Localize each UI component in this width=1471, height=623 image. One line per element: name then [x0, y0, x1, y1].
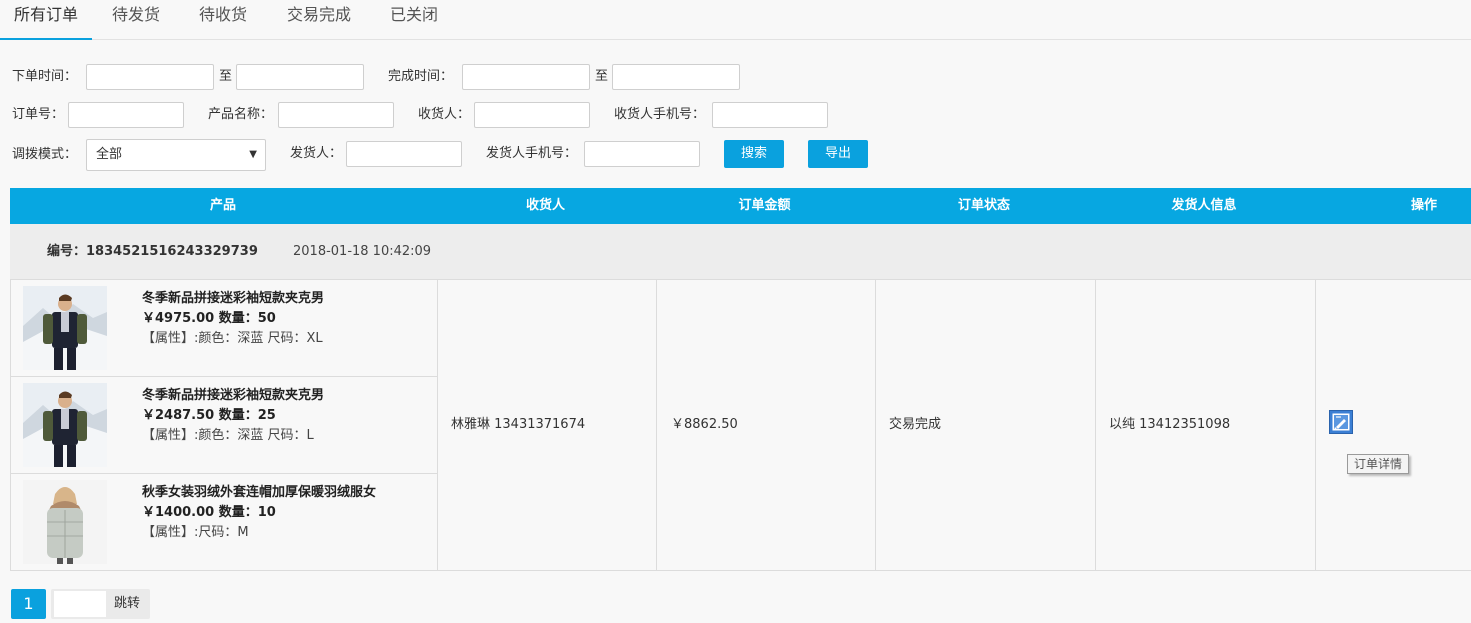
product-item: 冬季新品拼接迷彩袖短款夹克男 ￥4975.00 数量：50 【属性】:颜色：深蓝… — [11, 280, 437, 377]
sender-phone-label: 发货人手机号： — [486, 146, 578, 161]
page-jump: 跳转 — [51, 589, 150, 619]
header-sender: 发货人信息 — [1171, 198, 1237, 213]
page-number-current[interactable]: 1 — [11, 589, 46, 619]
sender-label: 发货人： — [290, 146, 343, 161]
mode-label: 调拨模式： — [12, 147, 78, 162]
table-header: 产品 收货人 订单金额 订单状态 发货人信息 操作 — [10, 188, 1471, 224]
product-attributes: 【属性】:颜色：深蓝 尺码：L — [142, 428, 314, 443]
column-divider — [1095, 280, 1096, 570]
header-product: 产品 — [209, 198, 236, 213]
tab-completed[interactable]: 交易完成 — [276, 0, 362, 40]
receiver-label: 收货人： — [418, 107, 471, 122]
product-name[interactable]: 秋季女装羽绒外套连帽加厚保暖羽绒服女 — [142, 481, 376, 500]
header-receiver: 收货人 — [525, 198, 565, 213]
complete-time-end-input[interactable] — [612, 64, 740, 90]
sender-input[interactable] — [346, 141, 462, 167]
order-time-label: 下单时间： — [12, 69, 78, 84]
order-time-to-label: 至 — [219, 69, 233, 84]
dropdown-arrow-icon: ▼ — [249, 149, 257, 160]
order-row: 冬季新品拼接迷彩袖短款夹克男 ￥4975.00 数量：50 【属性】:颜色：深蓝… — [10, 280, 1471, 571]
order-status: 交易完成 — [889, 417, 942, 432]
complete-time-label: 完成时间： — [388, 69, 454, 84]
order-no-label: 订单号： — [12, 107, 65, 122]
order-detail-tooltip: 订单详情 — [1347, 454, 1410, 474]
header-amount: 订单金额 — [738, 198, 791, 213]
receiver-phone-input[interactable] — [712, 102, 828, 128]
product-image[interactable] — [23, 383, 107, 467]
receiver-phone-label: 收货人手机号： — [614, 107, 706, 122]
order-time-end-input[interactable] — [236, 64, 364, 90]
order-tabs: 所有订单 待发货 待收货 交易完成 已关闭 — [0, 0, 1471, 40]
product-name-input[interactable] — [278, 102, 394, 128]
complete-time-to-label: 至 — [595, 69, 609, 84]
product-name[interactable]: 冬季新品拼接迷彩袖短款夹克男 — [142, 287, 324, 306]
order-detail-icon[interactable] — [1329, 410, 1353, 434]
sender-phone-input[interactable] — [584, 141, 700, 167]
order-time: 2018-01-18 10:42:09 — [293, 244, 432, 259]
product-attributes: 【属性】:颜色：深蓝 尺码：XL — [142, 331, 323, 346]
product-price-quantity: ￥1400.00 数量：10 — [142, 505, 276, 520]
product-name-label: 产品名称： — [208, 107, 274, 122]
order-time-start-input[interactable] — [86, 64, 214, 90]
order-amount: ￥8862.50 — [671, 417, 738, 432]
product-price-quantity: ￥2487.50 数量：25 — [142, 408, 276, 423]
product-image[interactable] — [23, 480, 107, 564]
product-item: 秋季女装羽绒外套连帽加厚保暖羽绒服女 ￥1400.00 数量：10 【属性】:尺… — [11, 474, 437, 571]
page-jump-input[interactable] — [54, 591, 106, 617]
column-divider — [1315, 280, 1316, 570]
receiver-input[interactable] — [474, 102, 590, 128]
tab-pending-receipt[interactable]: 待收货 — [185, 0, 261, 40]
complete-time-start-input[interactable] — [462, 64, 590, 90]
product-name[interactable]: 冬季新品拼接迷彩袖短款夹克男 — [142, 384, 324, 403]
mode-select-value: 全部 — [96, 147, 123, 162]
product-price-quantity: ￥4975.00 数量：50 — [142, 311, 276, 326]
column-divider — [437, 280, 438, 570]
header-status: 订单状态 — [957, 198, 1010, 213]
order-header-row: 编号：1834521516243329739 2018-01-18 10:42:… — [10, 224, 1471, 280]
tab-all-orders[interactable]: 所有订单 — [0, 0, 92, 40]
column-divider — [656, 280, 657, 570]
header-action: 操作 — [1410, 198, 1437, 213]
search-button[interactable]: 搜索 — [724, 140, 784, 168]
product-image[interactable] — [23, 286, 107, 370]
mode-select[interactable]: 全部 ▼ — [86, 139, 266, 171]
order-number: 编号：1834521516243329739 — [47, 244, 258, 259]
sender-info: 以纯 13412351098 — [1109, 417, 1231, 432]
tab-pending-shipment[interactable]: 待发货 — [98, 0, 174, 40]
export-button[interactable]: 导出 — [808, 140, 868, 168]
product-item: 冬季新品拼接迷彩袖短款夹克男 ￥2487.50 数量：25 【属性】:颜色：深蓝… — [11, 377, 437, 474]
product-attributes: 【属性】:尺码：M — [142, 525, 249, 540]
column-divider — [875, 280, 876, 570]
page-jump-button[interactable]: 跳转 — [114, 589, 140, 619]
receiver-info: 林雅琳 13431371674 — [451, 417, 586, 432]
tab-closed[interactable]: 已关闭 — [377, 0, 451, 40]
order-no-input[interactable] — [68, 102, 184, 128]
